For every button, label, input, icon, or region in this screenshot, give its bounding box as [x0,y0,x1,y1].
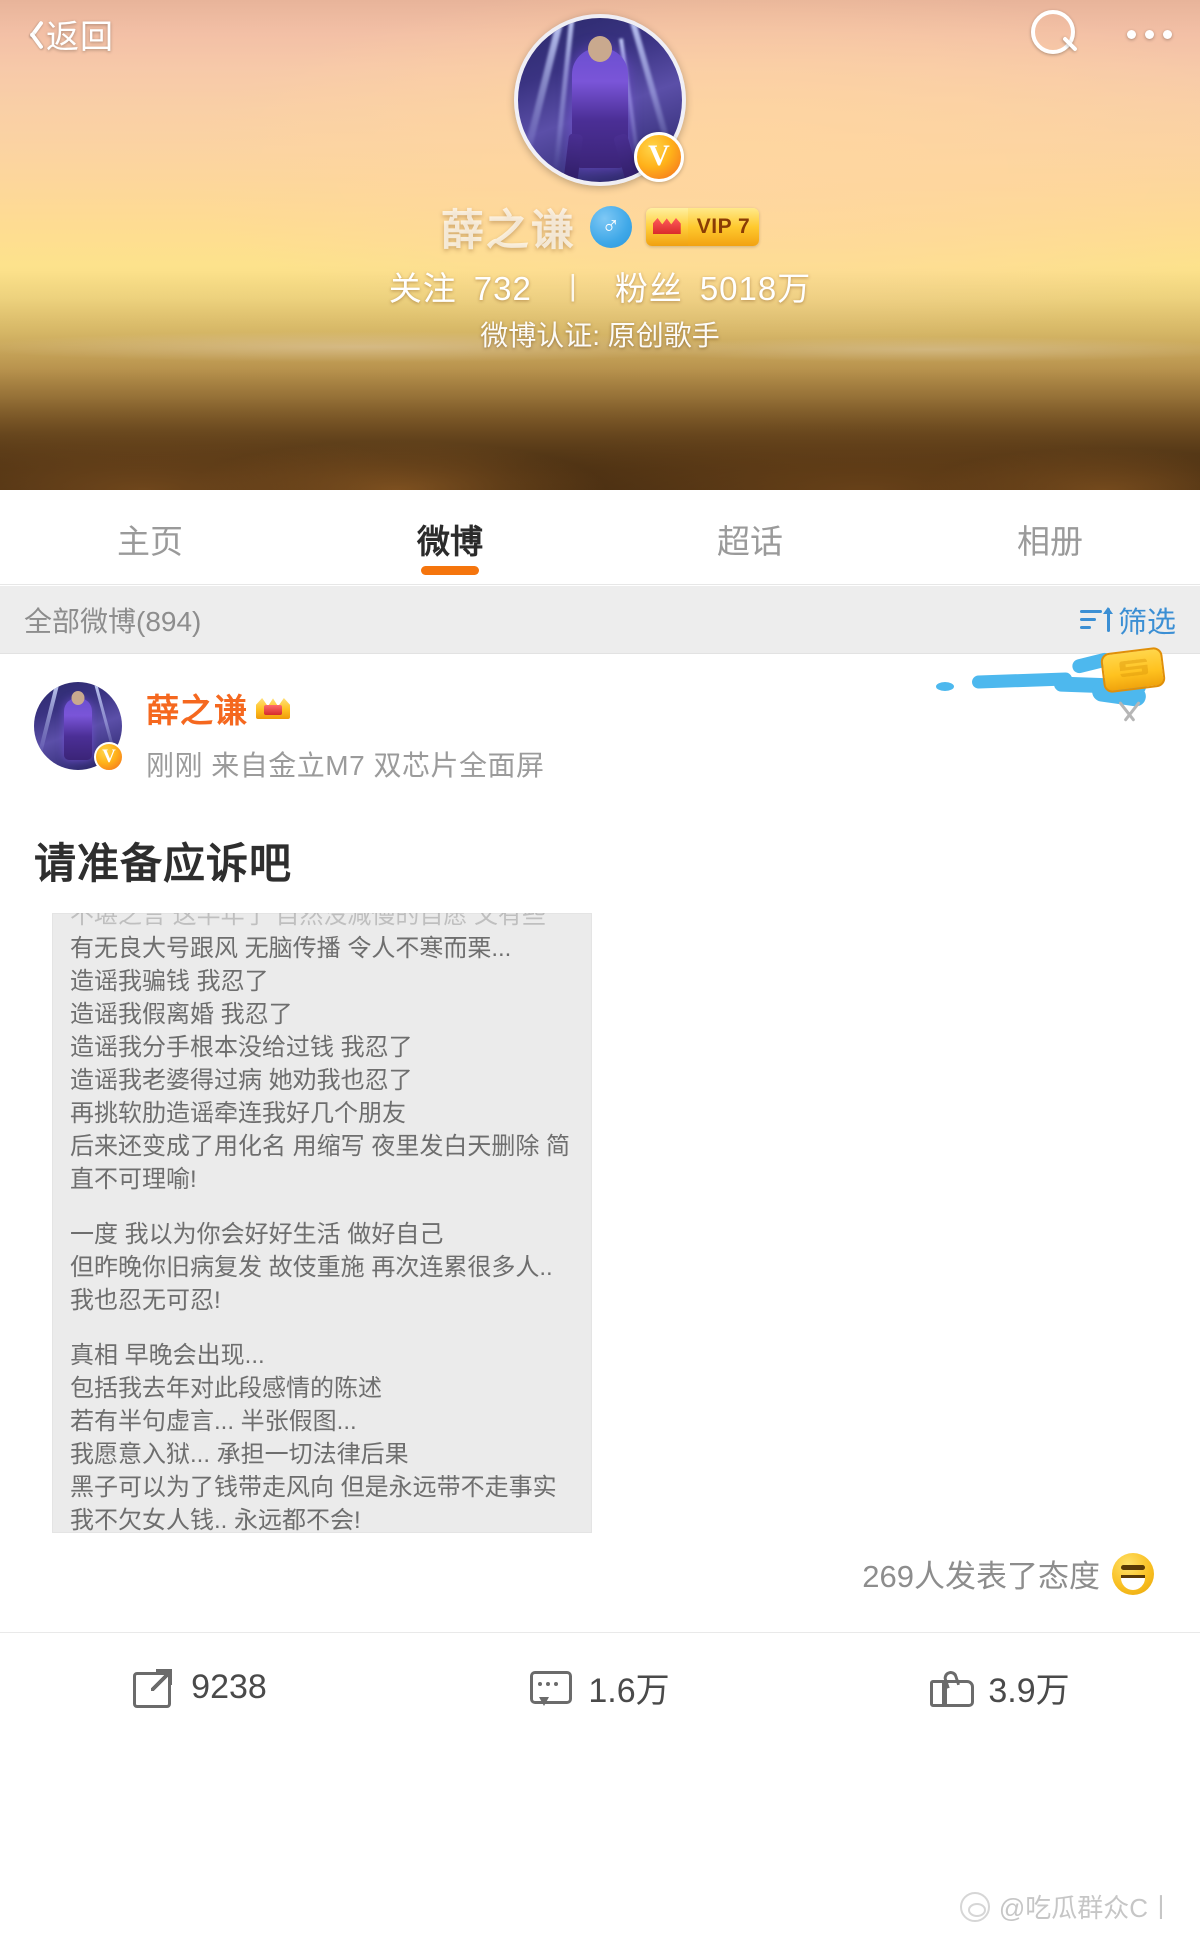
tab-weibo[interactable]: 微博 [300,511,600,563]
post-action-bar: 9238 1.6万 3.9万 [0,1632,1200,1742]
post-verified-badge-icon: V [94,742,124,772]
attitude-row[interactable]: 269人发表了态度 [0,1551,1154,1596]
share-icon [133,1668,173,1708]
post-attached-image[interactable]: 不堪之言 这半年了 自然没减慢的自愿 又有些有无良大号跟风 无脑传播 令人不寒而… [52,913,592,1533]
profile-name-row: 薛之谦 ♂ VIP 7 [0,196,1200,258]
crown-icon [256,694,290,722]
filter-button[interactable]: 筛选 [1079,599,1176,641]
followers-stat[interactable]: 粉丝 5018万 [615,262,811,310]
vip-level-label: VIP 7 [687,208,760,246]
more-dots-icon[interactable] [1127,29,1172,39]
post-image-text-line: 包括我去年对此段感情的陈述 [70,1375,382,1402]
like-action[interactable]: 3.9万 [800,1663,1200,1712]
vip-crown-icon [645,208,688,246]
verified-badge-letter: V [648,138,670,172]
followers-label: 粉丝 [614,270,683,307]
post-image-text-gap [70,1317,574,1339]
search-icon[interactable] [1027,8,1079,60]
post-image-text-line: 造谣我假离婚 我忍了 [70,1001,293,1028]
like-icon [930,1668,975,1708]
post-count-label: 全部微博(894) [24,605,202,637]
comment-icon [530,1668,573,1708]
following-stat[interactable]: 关注 732 [389,262,532,310]
post-image-text-line: 不堪之言 这半年了 自然没减慢的自愿 又有些 [70,913,547,929]
attitude-label: 269人发表了态度 [862,1559,1100,1594]
post-verified-letter: V [102,745,116,767]
comment-count: 1.6万 [588,1672,670,1710]
back-chevron-icon [22,17,42,51]
following-count: 732 [473,270,532,307]
post-image-text-line: 真相 早晚会出现... [70,1342,265,1369]
tab-album[interactable]: 相册 [900,511,1200,563]
vip-badge[interactable]: VIP 7 [645,208,760,246]
watermark: @吃瓜群众C丨 [959,1888,1174,1925]
profile-stats: 关注 732 丨 粉丝 5018万 [0,262,1200,310]
comment-action[interactable]: 1.6万 [400,1663,800,1712]
post-image-text-line: 但昨晚你旧病复发 故伎重施 再次连累很多人.. [70,1254,553,1281]
back-button-label: 返回 [46,18,114,55]
share-count: 9238 [191,1668,267,1706]
post-image-text-line: 再挑软肋造谣牵连我好几个朋友 [70,1100,406,1127]
post-image-text-block: 不堪之言 这半年了 自然没减慢的自愿 又有些有无良大号跟风 无脑传播 令人不寒而… [52,913,592,1533]
post-image-text-line: 若有半句虚言... 半张假图... [70,1408,357,1435]
tab-supertopic[interactable]: 超话 [600,511,900,563]
verification-text: 微博认证: 原创歌手 [480,320,720,351]
post-meta-line: 刚刚 来自金立M7 双芯片全面屏 [146,750,545,781]
post-filter-bar: 全部微博(894) 筛选 [0,586,1200,654]
weibo-profile-page: 返回 V 薛之谦 ♂ VIP 7 关注 732 丨 粉丝 5018万 微博认证:… [0,0,1200,1943]
weibo-logo-icon [959,1891,990,1922]
top-actions [1027,8,1172,60]
tab-home[interactable]: 主页 [0,511,300,563]
share-action[interactable]: 9238 [0,1668,400,1708]
post-image-text-line: 直不可理喻! [70,1166,197,1193]
profile-cover: 返回 V 薛之谦 ♂ VIP 7 关注 732 丨 粉丝 5018万 微博认证:… [0,0,1200,490]
post-image-text-line: 我愿意入狱... 承担一切法律后果 [70,1441,409,1468]
post-image-text-line: 造谣我骗钱 我忍了 [70,968,269,995]
post-author-name[interactable]: 薛之谦 [146,684,248,732]
post-image-text-gap [70,1196,574,1218]
post-author-avatar[interactable]: V [34,682,124,772]
following-label: 关注 [388,270,457,307]
post-image-text-line: 造谣我老婆得过病 她劝我也忍了 [70,1067,413,1094]
stats-divider: 丨 [557,273,589,306]
post-image-text-line: 我也忍无可忍! [70,1287,221,1314]
post-title: 请准备应诉吧 [34,840,293,887]
post-image-text-line: 造谣我分手根本没给过钱 我忍了 [70,1034,413,1061]
grinning-face-emoji [1112,1552,1154,1595]
post-card: V 薛之谦 刚刚 来自金立M7 双芯片全面屏 请准备应诉吧 不堪之言 这半年了 [0,646,1200,1742]
watermark-text: @吃瓜群众C丨 [998,1893,1174,1923]
post-header: V 薛之谦 刚刚 来自金立M7 双芯片全面屏 [0,646,1200,784]
post-author-meta: 薛之谦 刚刚 来自金立M7 双芯片全面屏 [146,682,544,784]
followers-count: 5018万 [699,270,812,307]
top-navigation-bar: 返回 [0,0,1200,62]
post-image-text-line: 我不欠女人钱.. 永远都不会! [70,1507,361,1533]
filter-sort-icon [1079,606,1113,633]
post-image-text-line: 后来还变成了用化名 用缩写 夜里发白天删除 简 [70,1133,571,1160]
post-author-row: 薛之谦 [146,684,544,732]
back-button[interactable]: 返回 [22,10,114,58]
page-title: 薛之谦 [440,207,576,255]
post-image-text-line: 有无良大号跟风 无脑传播 令人不寒而栗... [70,935,512,962]
gender-symbol: ♂ [601,211,621,240]
filter-button-label: 筛选 [1117,606,1176,639]
post-image-text-line: 黑子可以为了钱带走风向 但是永远带不走事实 [70,1474,557,1501]
verified-badge-icon: V [634,132,684,182]
soap-icon [1099,646,1167,694]
chevron-down-icon[interactable] [1110,702,1148,722]
post-image-text-line: 一度 我以为你会好好生活 做好自己 [70,1221,444,1248]
like-count: 3.9万 [988,1672,1070,1710]
profile-tabs: 主页 微博 超话 相册 [0,490,1200,585]
gender-male-icon: ♂ [589,206,632,248]
